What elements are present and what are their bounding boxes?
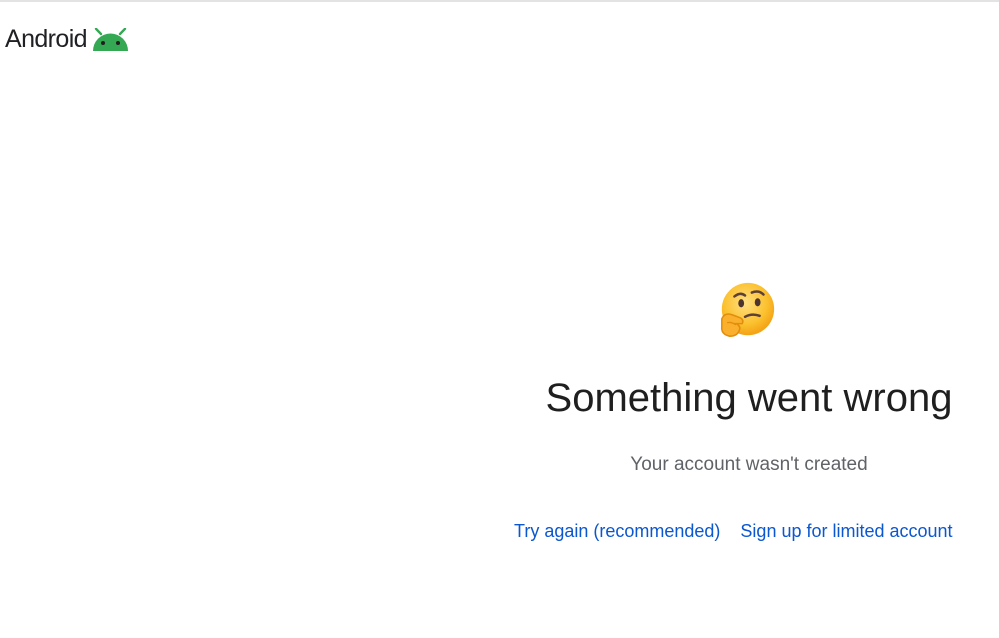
- brand-wordmark: Android: [5, 25, 88, 53]
- thinking-face-icon: [720, 282, 775, 337]
- limited-account-button[interactable]: Sign up for limited account: [740, 518, 952, 544]
- try-again-button[interactable]: Try again (recommended): [514, 518, 720, 544]
- error-message: Your account wasn't created: [630, 454, 868, 475]
- action-row: Try again (recommended) Sign up for limi…: [514, 518, 953, 544]
- android-logo: Android: [5, 24, 129, 54]
- page: Android Something went wrong Your accoun…: [0, 0, 999, 638]
- error-panel: Something went wrong Your account wasn't…: [499, 2, 999, 638]
- page-title: Something went wrong: [545, 376, 953, 420]
- android-robot-icon: [92, 28, 128, 51]
